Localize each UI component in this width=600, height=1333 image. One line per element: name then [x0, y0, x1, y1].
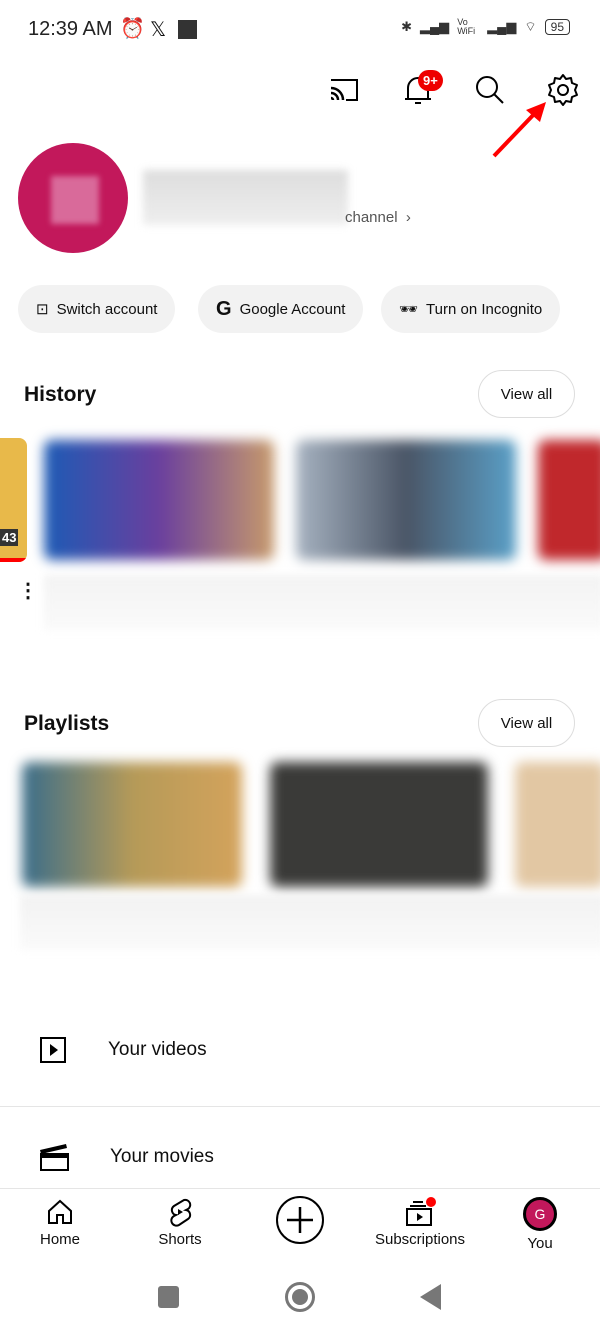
cast-icon[interactable] [326, 72, 362, 108]
profile-name-blurred [143, 170, 348, 225]
chip-label: Google Account [239, 300, 346, 318]
vowifi-label: Vo WiFi [457, 17, 476, 36]
google-icon: G [216, 297, 232, 320]
history-title: History [24, 383, 97, 406]
create-plus-icon [276, 1196, 324, 1244]
nav-you[interactable]: G You [480, 1197, 600, 1252]
playlists-view-all-button[interactable]: View all [478, 699, 575, 747]
incognito-chip[interactable]: 🕶 Turn on Incognito [381, 285, 561, 333]
duration-label: 43 [0, 529, 19, 546]
home-system-button[interactable] [285, 1282, 315, 1312]
back-button[interactable] [420, 1284, 441, 1310]
clapperboard-icon [40, 1144, 69, 1171]
google-account-chip[interactable]: G Google Account [198, 285, 364, 333]
nav-home[interactable]: Home [0, 1197, 120, 1248]
alarm-icon: ⏰ [120, 18, 145, 40]
nav-label: Shorts [158, 1231, 202, 1248]
recents-button[interactable] [158, 1286, 179, 1308]
notification-badge: 9+ [418, 70, 443, 91]
profile-avatar[interactable] [18, 143, 128, 253]
your-videos-item[interactable]: Your videos [0, 1005, 600, 1095]
gear-icon[interactable] [545, 72, 581, 108]
bluetooth-icon: ✱ [401, 19, 412, 34]
signal-icon-2: ▂▄▆ [487, 19, 517, 34]
notification-square-icon [178, 20, 197, 39]
nav-shorts[interactable]: Shorts [120, 1197, 240, 1248]
chip-label: Switch account [56, 300, 158, 318]
playlists-title: Playlists [24, 712, 110, 735]
status-bar: 12:39 AM ⏰ 𝕏 ✱ ▂▄▆ Vo WiFi ▂▄▆ ⌔ 95 [0, 0, 600, 60]
system-navigation-bar [0, 1278, 600, 1318]
view-channel-link[interactable]: channel › [345, 209, 411, 226]
playlist-thumbnail[interactable] [22, 762, 242, 887]
playlist-thumbnail[interactable] [515, 762, 600, 887]
nav-subscriptions[interactable]: Subscriptions [360, 1197, 480, 1248]
incognito-icon: 🕶 [399, 301, 419, 318]
x-app-icon: 𝕏 [150, 19, 167, 41]
history-titles-blurred [44, 575, 600, 630]
divider [0, 1106, 600, 1107]
history-thumbnail[interactable] [296, 440, 516, 560]
list-item-label: Your videos [108, 1039, 207, 1060]
nav-label: Home [39, 1231, 80, 1248]
switch-account-chip[interactable]: ⊡ Switch account [18, 285, 176, 333]
chip-label: Turn on Incognito [426, 300, 543, 318]
annotation-arrow [492, 102, 546, 158]
nav-create[interactable] [240, 1195, 360, 1249]
nav-label: Subscriptions [374, 1231, 466, 1248]
history-thumbnail[interactable] [44, 440, 274, 560]
playlist-thumbnail[interactable] [270, 762, 488, 887]
home-icon [48, 1199, 72, 1224]
you-avatar: G [523, 1197, 557, 1231]
nav-label: You [527, 1235, 553, 1252]
more-options-icon[interactable]: ⋮ [18, 578, 38, 603]
play-square-icon [40, 1037, 66, 1063]
wifi-icon: ⌔ [524, 19, 537, 34]
signal-icon: ▂▄▆ [419, 19, 450, 34]
bottom-navigation: Home Shorts Subscriptions G You [0, 1188, 600, 1263]
history-thumbnail[interactable] [538, 440, 600, 560]
battery-indicator: 95 [544, 19, 570, 35]
list-item-label: Your movies [110, 1146, 214, 1167]
history-view-all-button[interactable]: View all [478, 370, 575, 418]
subscriptions-icon [406, 1197, 436, 1226]
channel-link-text: channel [345, 209, 398, 226]
history-item-partial[interactable]: 43 [0, 438, 27, 562]
switch-account-icon: ⊡ [36, 301, 49, 318]
status-time: 12:39 AM [28, 18, 113, 40]
shorts-icon [170, 1198, 192, 1227]
playlist-titles-blurred [20, 895, 600, 950]
